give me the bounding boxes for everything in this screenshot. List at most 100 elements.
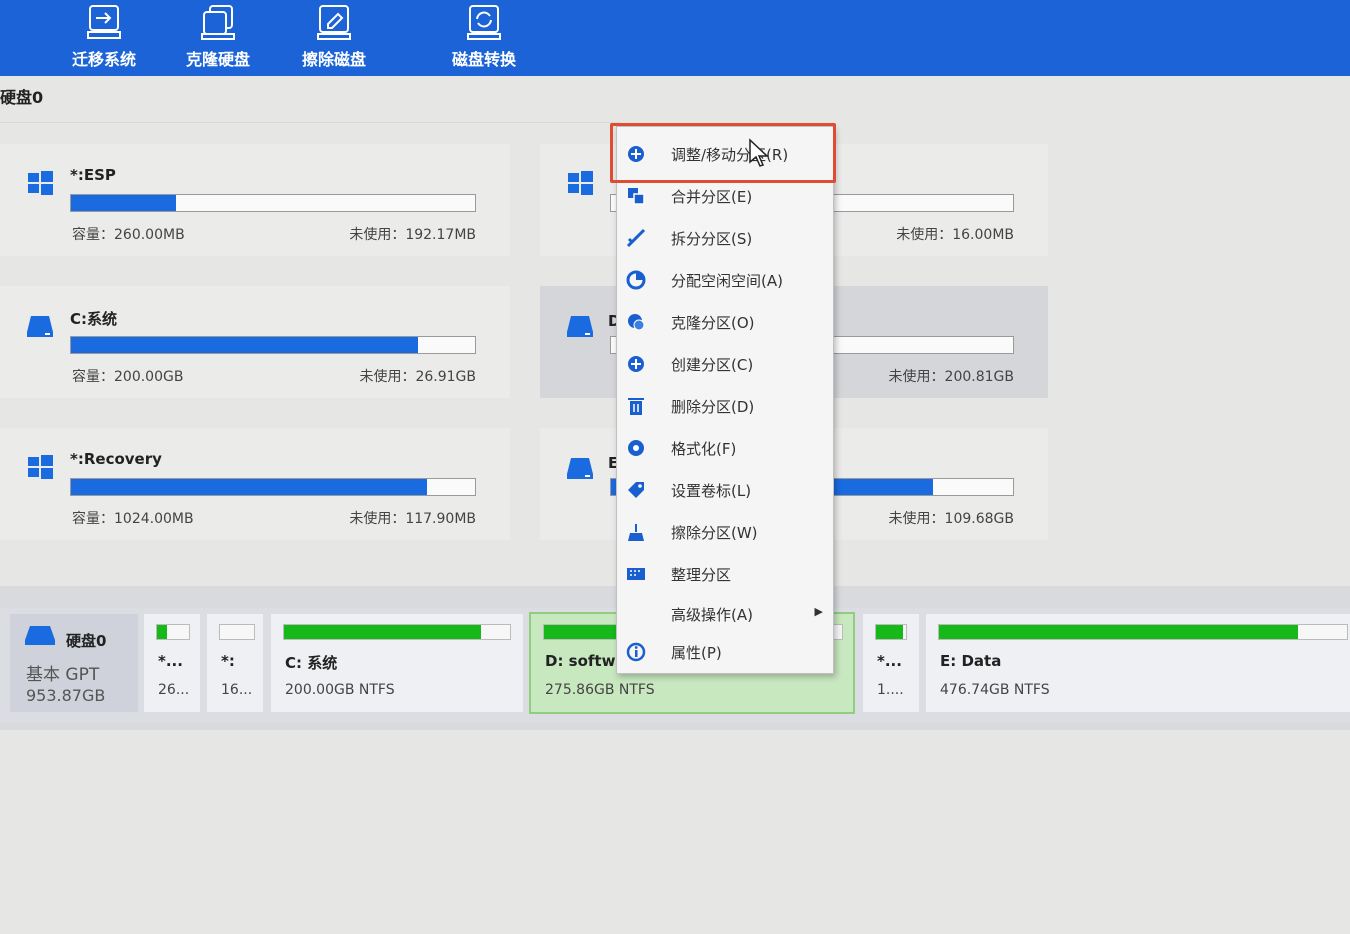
toolbar: 迁移系统 克隆硬盘 擦除磁盘 磁盘转换 bbox=[0, 0, 1350, 76]
menu-item-advanced[interactable]: 高级操作(A) ▶ bbox=[617, 595, 833, 631]
menu-item-defrag[interactable]: 整理分区 bbox=[617, 555, 833, 591]
map-partition-name: *... bbox=[158, 652, 183, 670]
menu-item-wipe[interactable]: 擦除分区(W) bbox=[617, 513, 833, 549]
usage-bar bbox=[156, 624, 190, 640]
map-partition[interactable]: E: Data 476.74GB NTFS bbox=[926, 614, 1350, 712]
usage-bar bbox=[70, 194, 476, 212]
menu-item-split[interactable]: 拆分分区(S) bbox=[617, 219, 833, 255]
wipe-partition-icon bbox=[628, 524, 644, 541]
menu-item-label: 拆分分区(S) bbox=[671, 230, 753, 248]
wipe-disk-icon bbox=[317, 5, 351, 40]
menu-item-label: 设置卷标(L) bbox=[671, 482, 752, 500]
menu-item-label: 格式化(F) bbox=[671, 440, 737, 458]
free-text: 未使用：109.68GB bbox=[888, 511, 1014, 527]
map-partition[interactable]: *: 16... bbox=[207, 614, 263, 712]
usage-bar bbox=[938, 624, 1348, 640]
free-text: 未使用：16.00MB bbox=[896, 227, 1014, 243]
format-icon bbox=[628, 440, 644, 456]
map-partition[interactable]: *... 26... bbox=[144, 614, 200, 712]
windows-icon bbox=[568, 171, 593, 195]
menu-item-label: 分配空闲空间(A) bbox=[671, 272, 783, 290]
map-partition-info: 16... bbox=[221, 682, 253, 698]
map-partition-info: 1.... bbox=[877, 682, 904, 698]
free-text: 未使用：117.90MB bbox=[349, 511, 476, 527]
map-partition-info: 26... bbox=[158, 682, 190, 698]
disk-convert-icon bbox=[467, 5, 501, 40]
label-tag-icon bbox=[628, 482, 644, 498]
menu-item-allocate[interactable]: 分配空闲空间(A) bbox=[617, 261, 833, 297]
clone-partition-icon bbox=[628, 314, 645, 331]
submenu-arrow-icon: ▶ bbox=[814, 605, 823, 618]
map-partition-name: C: 系统 bbox=[285, 654, 338, 672]
menu-item-label: 创建分区(C) bbox=[671, 356, 754, 374]
wipe-disk-button[interactable]: 擦除磁盘 bbox=[284, 2, 384, 72]
drive-icon bbox=[567, 458, 593, 479]
partition-card-recovery[interactable]: *:Recovery 容量：1024.00MB 未使用：117.90MB bbox=[0, 428, 510, 540]
highlight-box bbox=[610, 123, 836, 183]
split-icon bbox=[626, 228, 646, 248]
menu-item-create[interactable]: 创建分区(C) bbox=[617, 345, 833, 381]
map-partition-info: 476.74GB NTFS bbox=[940, 682, 1050, 698]
usage-bar bbox=[219, 624, 255, 640]
wipe-disk-label: 擦除磁盘 bbox=[301, 50, 366, 69]
menu-item-format[interactable]: 格式化(F) bbox=[617, 429, 833, 465]
partition-card-esp[interactable]: *:ESP 容量：260.00MB 未使用：192.17MB bbox=[0, 144, 510, 256]
partition-name: *:Recovery bbox=[70, 450, 162, 468]
partition-card-c[interactable]: C:系统 容量：200.00GB 未使用：26.91GB bbox=[0, 286, 510, 398]
disk-summary[interactable]: 硬盘0 基本 GPT 953.87GB bbox=[10, 614, 138, 712]
drive-icon bbox=[567, 316, 593, 337]
capacity-text: 容量：1024.00MB bbox=[72, 511, 194, 527]
migrate-system-icon bbox=[87, 5, 121, 39]
menu-item-set-label[interactable]: 设置卷标(L) bbox=[617, 471, 833, 507]
map-partition[interactable]: *... 1.... bbox=[863, 614, 919, 712]
free-text: 未使用：200.81GB bbox=[888, 369, 1014, 385]
map-partition-info: 200.00GB NTFS bbox=[285, 682, 395, 698]
menu-item-label: 属性(P) bbox=[671, 644, 722, 662]
map-partition[interactable]: C: 系统 200.00GB NTFS bbox=[271, 614, 523, 712]
windows-icon bbox=[28, 171, 53, 195]
drive-icon bbox=[25, 626, 55, 645]
delete-icon bbox=[628, 398, 644, 415]
map-partition-name: D: softw bbox=[545, 652, 616, 670]
menu-item-properties[interactable]: 属性(P) bbox=[617, 633, 833, 669]
migrate-system-button[interactable]: 迁移系统 bbox=[54, 2, 154, 72]
menu-item-label: 高级操作(A) bbox=[671, 606, 753, 624]
create-partition-icon bbox=[628, 356, 644, 372]
menu-item-label: 删除分区(D) bbox=[671, 398, 755, 416]
map-partition-name: E: Data bbox=[940, 652, 1002, 670]
clone-disk-label: 克隆硬盘 bbox=[185, 50, 250, 69]
menu-item-label: 擦除分区(W) bbox=[671, 524, 758, 542]
capacity-text: 容量：200.00GB bbox=[72, 369, 184, 385]
windows-icon bbox=[28, 455, 53, 479]
clone-disk-icon bbox=[201, 5, 235, 40]
partition-name: C:系统 bbox=[70, 310, 118, 328]
partition-name: *:ESP bbox=[70, 166, 116, 184]
menu-item-label: 合并分区(E) bbox=[671, 188, 753, 206]
disk-type: 基本 GPT bbox=[26, 665, 100, 685]
menu-item-delete[interactable]: 删除分区(D) bbox=[617, 387, 833, 423]
mouse-cursor-icon bbox=[749, 138, 769, 167]
info-icon bbox=[626, 642, 646, 662]
free-text: 未使用：192.17MB bbox=[349, 227, 476, 243]
free-text: 未使用：26.91GB bbox=[359, 369, 476, 385]
menu-item-label: 克隆分区(O) bbox=[671, 314, 755, 332]
usage-bar bbox=[283, 624, 511, 640]
clone-disk-button[interactable]: 克隆硬盘 bbox=[168, 2, 268, 72]
map-partition-info: 275.86GB NTFS bbox=[545, 682, 655, 698]
disk-convert-label: 磁盘转换 bbox=[451, 50, 516, 69]
divider bbox=[0, 122, 620, 123]
disk-convert-button[interactable]: 磁盘转换 bbox=[434, 2, 534, 72]
migrate-system-label: 迁移系统 bbox=[71, 50, 136, 69]
context-menu: 调整/移动分区(R) 合并分区(E) 拆分分区(S) 分配空闲空间(A) 克隆分… bbox=[616, 126, 834, 674]
merge-icon bbox=[628, 188, 645, 205]
disk-size: 953.87GB bbox=[26, 686, 106, 705]
usage-bar bbox=[70, 478, 476, 496]
usage-bar bbox=[70, 336, 476, 354]
menu-item-label: 整理分区 bbox=[671, 566, 732, 584]
menu-item-clone[interactable]: 克隆分区(O) bbox=[617, 303, 833, 339]
allocate-space-icon bbox=[626, 270, 646, 290]
capacity-text: 容量：260.00MB bbox=[72, 227, 185, 243]
usage-bar bbox=[875, 624, 907, 640]
map-partition-name: *: bbox=[221, 652, 235, 670]
drive-icon bbox=[27, 316, 53, 337]
